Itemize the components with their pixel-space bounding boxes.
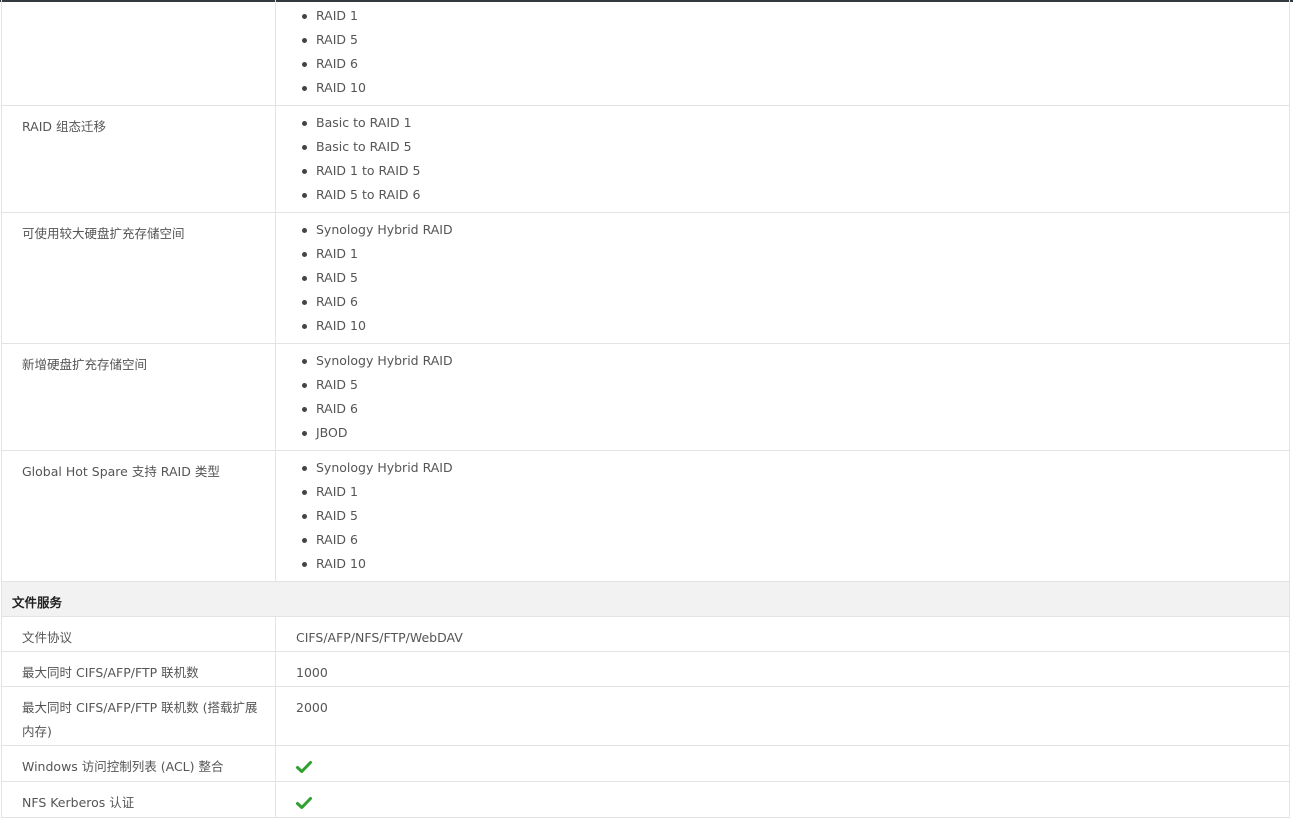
list-item: JBOD (302, 421, 1289, 445)
table-row: Windows 访问控制列表 (ACL) 整合 (1, 745, 1290, 782)
table-row: 可使用较大硬盘扩充存储空间 Synology Hybrid RAID RAID … (1, 212, 1290, 344)
option-list: RAID 1 RAID 5 RAID 6 RAID 10 (276, 4, 1289, 100)
list-item: RAID 1 to RAID 5 (302, 159, 1289, 183)
row-label: NFS Kerberos 认证 (1, 781, 276, 818)
row-label: Global Hot Spare 支持 RAID 类型 (1, 450, 276, 582)
list-item: RAID 5 (302, 28, 1289, 52)
list-item: RAID 6 (302, 528, 1289, 552)
option-list: Synology Hybrid RAID RAID 1 RAID 5 RAID … (276, 456, 1289, 576)
row-label: 新增硬盘扩充存储空间 (1, 343, 276, 451)
option-list: Synology Hybrid RAID RAID 1 RAID 5 RAID … (276, 218, 1289, 338)
list-item: RAID 6 (302, 397, 1289, 421)
row-value: Synology Hybrid RAID RAID 1 RAID 5 RAID … (275, 212, 1290, 344)
checkmark-icon (296, 796, 312, 810)
option-list: Synology Hybrid RAID RAID 5 RAID 6 JBOD (276, 349, 1289, 445)
list-item: Synology Hybrid RAID (302, 456, 1289, 480)
row-label (1, 0, 276, 106)
list-item: RAID 6 (302, 290, 1289, 314)
table-row: NFS Kerberos 认证 (1, 781, 1290, 818)
list-item: RAID 5 (302, 373, 1289, 397)
list-item: RAID 5 (302, 266, 1289, 290)
list-item: Synology Hybrid RAID (302, 218, 1289, 242)
table-row: 最大同时 CIFS/AFP/FTP 联机数 (搭载扩展内存) 2000 (1, 686, 1290, 746)
table-row: RAID 组态迁移 Basic to RAID 1 Basic to RAID … (1, 105, 1290, 213)
row-value: 2000 (275, 686, 1290, 746)
row-label: 最大同时 CIFS/AFP/FTP 联机数 (1, 651, 276, 687)
section-header: 文件服务 (1, 581, 1290, 617)
list-item: RAID 5 to RAID 6 (302, 183, 1289, 207)
row-value (275, 781, 1290, 818)
table-row: 最大同时 CIFS/AFP/FTP 联机数 1000 (1, 651, 1290, 687)
row-label: 最大同时 CIFS/AFP/FTP 联机数 (搭载扩展内存) (1, 686, 276, 746)
row-value: RAID 1 RAID 5 RAID 6 RAID 10 (275, 0, 1290, 106)
list-item: RAID 1 (302, 480, 1289, 504)
option-list: Basic to RAID 1 Basic to RAID 5 RAID 1 t… (276, 111, 1289, 207)
list-item: RAID 6 (302, 52, 1289, 76)
row-value: Synology Hybrid RAID RAID 5 RAID 6 JBOD (275, 343, 1290, 451)
row-label: 可使用较大硬盘扩充存储空间 (1, 212, 276, 344)
list-item: RAID 1 (302, 242, 1289, 266)
table-row: RAID 1 RAID 5 RAID 6 RAID 10 (1, 0, 1290, 106)
list-item: RAID 1 (302, 4, 1289, 28)
table-row: 新增硬盘扩充存储空间 Synology Hybrid RAID RAID 5 R… (1, 343, 1290, 451)
row-value: Synology Hybrid RAID RAID 1 RAID 5 RAID … (275, 450, 1290, 582)
checkmark-icon (296, 760, 312, 774)
list-item: Basic to RAID 5 (302, 135, 1289, 159)
list-item: RAID 10 (302, 552, 1289, 576)
list-item: Basic to RAID 1 (302, 111, 1289, 135)
row-value: Basic to RAID 1 Basic to RAID 5 RAID 1 t… (275, 105, 1290, 213)
row-label: 文件协议 (1, 616, 276, 652)
row-label: RAID 组态迁移 (1, 105, 276, 213)
row-value: 1000 (275, 651, 1290, 687)
table-row: 文件协议 CIFS/AFP/NFS/FTP/WebDAV (1, 616, 1290, 652)
table-row: Global Hot Spare 支持 RAID 类型 Synology Hyb… (1, 450, 1290, 582)
list-item: Synology Hybrid RAID (302, 349, 1289, 373)
list-item: RAID 5 (302, 504, 1289, 528)
row-value: CIFS/AFP/NFS/FTP/WebDAV (275, 616, 1290, 652)
row-label: Windows 访问控制列表 (ACL) 整合 (1, 745, 276, 782)
row-value (275, 745, 1290, 782)
list-item: RAID 10 (302, 314, 1289, 338)
spec-table: RAID 1 RAID 5 RAID 6 RAID 10 RAID 组态迁移 B… (1, 0, 1290, 818)
list-item: RAID 10 (302, 76, 1289, 100)
section-title: 文件服务 (1, 581, 1290, 617)
